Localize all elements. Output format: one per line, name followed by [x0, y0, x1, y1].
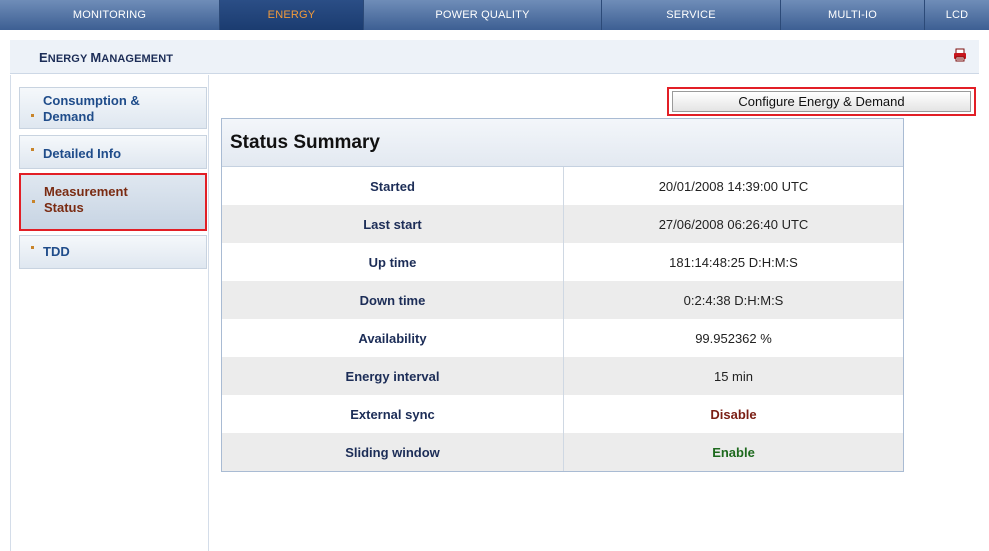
- table-row: Availability 99.952362 %: [222, 319, 903, 357]
- sidebar-item-label-line-1: Measurement: [44, 184, 128, 199]
- row-value: 0:2:4:38 D:H:M:S: [683, 292, 784, 308]
- sidebar-item-consumption-demand[interactable]: Consumption & Demand: [19, 87, 207, 129]
- row-value: 99.952362 %: [695, 330, 772, 346]
- tab-energy[interactable]: ENERGY: [220, 0, 364, 30]
- sliding-window-status: Enable: [712, 444, 755, 460]
- status-summary-header: Status Summary: [222, 119, 903, 167]
- table-row: Energy interval 15 min: [222, 357, 903, 395]
- row-key: Sliding window: [222, 433, 564, 471]
- page-title-part-2: ANAGEMENT: [101, 53, 174, 65]
- table-row: Started 20/01/2008 14:39:00 UTC: [222, 167, 903, 205]
- table-row: Last start 27/06/2008 06:26:40 UTC: [222, 205, 903, 243]
- external-sync-status: Disable: [710, 406, 757, 422]
- sidebar-item-label-line-2: Status: [44, 200, 84, 215]
- page-title-part-1: NERGY: [47, 53, 91, 65]
- top-navigation: MONITORING ENERGY POWER QUALITY SERVICE …: [0, 0, 989, 30]
- row-key: Availability: [222, 319, 564, 357]
- page-header: ENERGY MANAGEMENT: [10, 40, 979, 74]
- row-value: 15 min: [713, 368, 754, 384]
- bullet-icon: [32, 200, 35, 203]
- table-row: External sync Disable: [222, 395, 903, 433]
- table-row: Down time 0:2:4:38 D:H:M:S: [222, 281, 903, 319]
- tab-monitoring[interactable]: MONITORING: [0, 0, 220, 30]
- row-key: Started: [222, 167, 564, 205]
- bullet-icon: [31, 148, 34, 151]
- tab-multi-io[interactable]: MULTI-IO: [781, 0, 925, 30]
- sidebar-item-label: TDD: [43, 244, 70, 259]
- status-summary-title: Status Summary: [230, 132, 380, 153]
- sidebar-item-label: Detailed Info: [43, 146, 122, 161]
- page-title-initial-1: E: [39, 50, 48, 65]
- tab-lcd[interactable]: LCD: [925, 0, 989, 30]
- sidebar-item-label-line-2: Demand: [43, 109, 95, 124]
- row-value: 27/06/2008 06:26:40 UTC: [658, 216, 809, 232]
- row-key: Up time: [222, 243, 564, 281]
- row-value: 20/01/2008 14:39:00 UTC: [658, 178, 809, 194]
- printer-icon[interactable]: [953, 48, 967, 62]
- bullet-icon: [31, 246, 34, 249]
- row-key: Last start: [222, 205, 564, 243]
- tab-power-quality[interactable]: POWER QUALITY: [364, 0, 602, 30]
- row-key: Energy interval: [222, 357, 564, 395]
- sidebar-item-label: Consumption & Demand: [43, 93, 140, 125]
- sidebar-item-label-line-1: Consumption &: [43, 93, 140, 108]
- row-key: Down time: [222, 281, 564, 319]
- row-key: External sync: [222, 395, 564, 433]
- page-title: ENERGY MANAGEMENT: [39, 50, 173, 65]
- sidebar: Consumption & Demand Detailed Info Measur…: [10, 75, 209, 551]
- sidebar-item-label: Measurement Status: [44, 184, 128, 216]
- status-summary-panel: Status Summary Started 20/01/2008 14:39:…: [221, 118, 904, 472]
- table-row: Up time 181:14:48:25 D:H:M:S: [222, 243, 903, 281]
- sidebar-item-measurement-status[interactable]: Measurement Status: [19, 173, 207, 231]
- configure-energy-demand-button[interactable]: Configure Energy & Demand: [667, 87, 976, 116]
- tab-service[interactable]: SERVICE: [602, 0, 781, 30]
- table-row: Sliding window Enable: [222, 433, 903, 471]
- configure-button-label: Configure Energy & Demand: [672, 91, 971, 112]
- sidebar-item-tdd[interactable]: TDD: [19, 235, 207, 269]
- row-value: 181:14:48:25 D:H:M:S: [669, 254, 798, 270]
- page-title-initial-2: M: [90, 50, 102, 65]
- bullet-icon: [31, 114, 34, 117]
- sidebar-item-detailed-info[interactable]: Detailed Info: [19, 135, 207, 169]
